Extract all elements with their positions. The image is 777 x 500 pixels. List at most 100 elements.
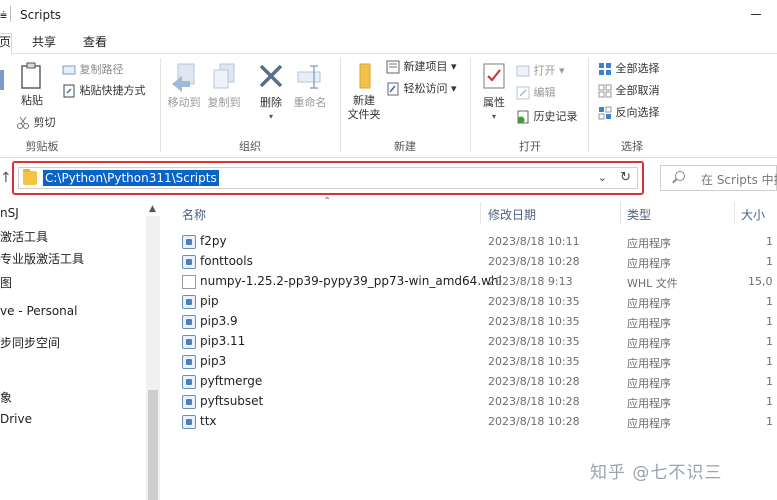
paste-label: 粘贴 <box>21 94 43 107</box>
file-row[interactable]: pip3.11 2023/8/18 10:35 应用程序 1 <box>160 332 777 352</box>
pin-icon[interactable] <box>0 66 6 94</box>
cut-button[interactable]: 剪切 <box>16 116 56 130</box>
select-all-icon <box>599 63 611 75</box>
file-size: 1 <box>766 255 773 268</box>
file-row[interactable]: numpy-1.25.2-pp39-pypy39_pp73-win_amd64.… <box>160 272 777 292</box>
exe-icon <box>182 415 196 429</box>
invert-selection-icon <box>598 106 612 120</box>
column-divider[interactable] <box>480 202 481 224</box>
nav-item[interactable]: 图 <box>0 274 12 291</box>
file-type: 应用程序 <box>627 237 671 250</box>
nav-item[interactable]: 专业版激活工具 <box>0 250 84 267</box>
delete-button[interactable]: 删除 ▾ <box>256 62 286 124</box>
rename-button[interactable]: 重命名 <box>292 62 328 110</box>
move-to-button[interactable]: 移动到 <box>166 62 202 110</box>
column-header-name[interactable]: 名称 <box>182 206 206 223</box>
new-folder-icon <box>359 63 371 89</box>
refresh-icon[interactable]: ↻ <box>620 170 631 185</box>
copy-path-button[interactable]: 复制路径 <box>62 63 124 77</box>
new-item-button[interactable]: 新建项目 ▾ <box>386 60 457 74</box>
rename-label: 重命名 <box>293 96 327 109</box>
open-group: 属性 ▾ 打开 ▾ 编辑 历史记录 打开 <box>470 54 588 158</box>
tab-home[interactable]: 页 <box>0 33 12 55</box>
new-group-label: 新建 <box>394 140 416 153</box>
column-header-size[interactable]: 大小 <box>741 206 765 223</box>
history-button[interactable]: 历史记录 <box>516 110 578 124</box>
sort-caret-icon: ⌃ <box>323 196 332 207</box>
file-name: pip3.9 <box>200 314 238 328</box>
paste-shortcut-button[interactable]: 粘贴快捷方式 <box>62 84 146 98</box>
copy-to-button[interactable]: 复制到 <box>206 62 242 110</box>
paste-icon <box>21 62 41 89</box>
properties-check-icon <box>483 63 505 89</box>
paste-button[interactable]: 粘贴 <box>20 62 44 108</box>
new-folder-button[interactable]: 新建 文件夹 <box>344 62 384 122</box>
file-type: 应用程序 <box>627 317 671 330</box>
open-label: 打开 ▾ <box>533 64 565 77</box>
copy-to-icon <box>213 63 235 89</box>
nav-item[interactable]: nSJ <box>0 206 19 220</box>
select-none-button[interactable]: 全部取消 <box>598 84 660 98</box>
easy-access-button[interactable]: 轻松访问 ▾ <box>386 82 457 96</box>
nav-scrollbar-thumb[interactable] <box>148 390 158 500</box>
search-input[interactable]: 在 Scripts 中搜 <box>660 165 777 191</box>
ribbon-tabs: 页 共享 查看 <box>0 30 777 55</box>
file-row[interactable]: pip 2023/8/18 10:35 应用程序 1 <box>160 292 777 312</box>
file-date: 2023/8/18 10:35 <box>488 355 580 368</box>
file-row[interactable]: pyftmerge 2023/8/18 10:28 应用程序 1 <box>160 372 777 392</box>
address-bar[interactable]: C:\Python\Python311\Scripts ⌄ ↻ <box>18 167 638 189</box>
scissors-icon <box>17 116 29 129</box>
tab-view[interactable]: 查看 <box>83 34 107 54</box>
invert-selection-button[interactable]: 反向选择 <box>598 106 660 120</box>
chevron-down-icon[interactable]: ⌄ <box>598 171 607 184</box>
column-header-date[interactable]: 修改日期 <box>488 206 536 223</box>
file-date: 2023/8/18 10:28 <box>488 415 580 428</box>
file-row[interactable]: pip3.9 2023/8/18 10:35 应用程序 1 <box>160 312 777 332</box>
open-button[interactable]: 打开 ▾ <box>516 64 565 78</box>
search-placeholder: 在 Scripts 中搜 <box>701 173 777 187</box>
edit-icon <box>516 86 530 100</box>
nav-item[interactable]: Drive <box>0 412 32 426</box>
select-all-label: 全部选择 <box>615 62 660 75</box>
properties-label: 属性 <box>483 96 505 109</box>
file-row[interactable]: fonttools 2023/8/18 10:28 应用程序 1 <box>160 252 777 272</box>
clipboard-group: 粘贴 复制路径 粘贴快捷方式 剪切 剪贴板 <box>0 54 160 158</box>
tab-share[interactable]: 共享 <box>32 34 56 54</box>
edit-button[interactable]: 编辑 <box>516 86 556 100</box>
ribbon: 粘贴 复制路径 粘贴快捷方式 剪切 剪贴板 移动到 复制到 删除 ▾ 重命名 组… <box>0 54 777 158</box>
column-divider[interactable] <box>620 202 621 224</box>
file-icon <box>182 275 196 289</box>
select-all-button[interactable]: 全部选择 <box>598 62 660 76</box>
file-type: 应用程序 <box>627 337 671 350</box>
column-header-type[interactable]: 类型 <box>627 206 651 223</box>
file-row[interactable]: pip3 2023/8/18 10:35 应用程序 1 <box>160 352 777 372</box>
exe-icon <box>182 255 196 269</box>
file-row[interactable]: ttx 2023/8/18 10:28 应用程序 1 <box>160 412 777 432</box>
address-path[interactable]: C:\Python\Python311\Scripts <box>43 170 219 186</box>
exe-icon <box>182 335 196 349</box>
exe-icon <box>182 375 196 389</box>
file-type: 应用程序 <box>627 357 671 370</box>
file-name: fonttools <box>200 254 253 268</box>
nav-item[interactable]: 步同步空间 <box>0 334 60 351</box>
file-size: 15,0 <box>748 275 773 288</box>
file-size: 1 <box>766 335 773 348</box>
properties-dropdown-icon[interactable]: ▾ <box>480 110 508 124</box>
delete-dropdown-icon[interactable]: ▾ <box>256 110 286 124</box>
minimize-button[interactable] <box>747 4 767 24</box>
file-row[interactable]: pyftsubset 2023/8/18 10:28 应用程序 1 <box>160 392 777 412</box>
up-arrow-icon[interactable]: ↑ <box>0 170 12 186</box>
nav-item[interactable]: 象 <box>0 389 12 406</box>
nav-item[interactable]: ve - Personal <box>0 304 77 318</box>
watermark: 知乎 @七不识三 <box>590 463 723 483</box>
address-highlight-box: C:\Python\Python311\Scripts ⌄ ↻ <box>12 161 644 195</box>
file-type: 应用程序 <box>627 297 671 310</box>
properties-button[interactable]: 属性 ▾ <box>480 62 508 124</box>
scroll-up-arrow-icon[interactable]: ▲ <box>149 204 156 214</box>
easy-access-icon <box>387 82 399 96</box>
column-divider[interactable] <box>734 202 735 224</box>
file-row[interactable]: f2py 2023/8/18 10:11 应用程序 1 <box>160 232 777 252</box>
exe-icon <box>182 235 196 249</box>
nav-item[interactable]: 激活工具 <box>0 228 48 245</box>
quick-access-icon[interactable]: ⩧ <box>0 8 7 23</box>
